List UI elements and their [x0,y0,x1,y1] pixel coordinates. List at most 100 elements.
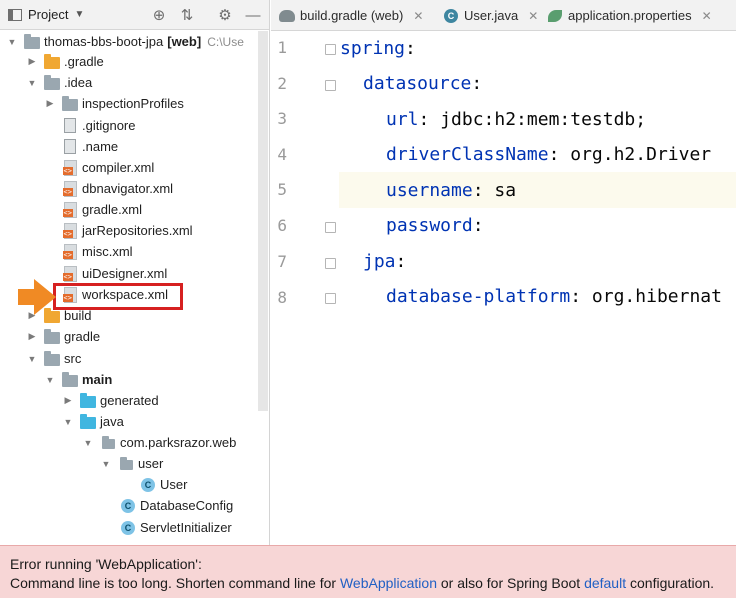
line-number: 2 [277,74,287,93]
gear-icon[interactable]: ⚙ [216,6,234,24]
chevron-down-icon[interactable]: ▼ [82,437,94,449]
yaml-key: database-platform [386,286,571,307]
tree-item-class-servlet-initializer[interactable]: C ServletInitializer [120,517,232,538]
yaml-separator: : [472,215,484,236]
tree-scrollbar[interactable] [258,31,268,411]
yaml-key: username [386,180,473,201]
folder-blue-icon [80,413,96,430]
default-config-link[interactable]: default [584,575,626,591]
tree-item-label: .idea [64,75,93,90]
tree-item-idea[interactable]: ▼ .idea [26,72,92,93]
project-view-selector[interactable]: Project [28,7,68,22]
dropdown-caret-icon[interactable]: ▼ [74,9,84,20]
yaml-separator: : [395,251,407,272]
fold-marker-icon[interactable] [325,293,336,304]
tree-item-gradle-xml[interactable]: gradle.xml [62,199,142,220]
tree-item-misc-xml[interactable]: misc.xml [62,241,133,262]
chevron-right-icon[interactable]: ▶ [26,56,38,68]
code-line: password: [386,208,484,244]
code-line: spring: [340,31,416,67]
class-icon: C [443,8,459,24]
tree-item-ui-designer-xml[interactable]: uiDesigner.xml [62,263,167,284]
chevron-right-icon[interactable]: ▶ [26,331,38,343]
tree-item-jar-repositories-xml[interactable]: jarRepositories.xml [62,220,193,241]
collapse-all-icon[interactable]: ⇅ [178,6,196,24]
fold-marker-icon[interactable] [325,258,336,269]
folder-icon [44,350,60,367]
yaml-key: spring [340,38,406,59]
hide-icon[interactable]: — [244,6,262,24]
tree-item-label: jarRepositories.xml [82,223,193,238]
webapplication-link[interactable]: WebApplication [340,575,437,591]
code-line: jpa: [363,244,406,280]
tree-item-gradle[interactable]: ▶ gradle [26,326,100,347]
tree-item-java[interactable]: ▼ java [62,411,124,432]
chevron-down-icon[interactable]: ▼ [26,353,38,365]
error-notification: Error running 'WebApplication': Command … [0,545,736,598]
line-number: 8 [277,288,287,307]
xml-file-icon [62,265,78,282]
close-icon[interactable]: ✕ [702,9,712,23]
tree-item-label: gradle [64,329,101,344]
folder-blue-icon [80,392,96,409]
tree-item-label: .gradle [64,54,104,69]
locate-icon[interactable]: ⊕ [150,6,168,24]
tree-item-label: compiler.xml [82,160,155,175]
close-icon[interactable]: ✕ [528,9,538,23]
tree-item-package-web[interactable]: ▼ com.parksrazor.web [82,432,237,453]
project-view-icon [8,8,22,21]
yaml-value: sa [494,180,517,201]
code-area[interactable]: 1 2 3 4 5 6 7 8 spring: datasource: url:… [271,31,736,545]
chevron-down-icon[interactable]: ▼ [100,458,112,470]
tree-item-name[interactable]: .name [62,136,118,157]
close-icon[interactable]: ✕ [413,9,423,23]
highlight-box-annotation [53,283,183,310]
tree-item-label: User [160,477,188,492]
chevron-down-icon[interactable]: ▼ [26,77,38,89]
error-message: Command line is too long. Shorten comman… [10,574,726,593]
chevron-down-icon[interactable]: ▼ [6,36,18,48]
yaml-key: datasource [363,73,472,94]
chevron-right-icon[interactable]: ▶ [44,98,56,110]
tree-item-label: ServletInitializer [140,520,232,535]
yaml-separator: : [570,286,592,307]
fold-marker-icon[interactable] [325,222,336,233]
yaml-separator: : [405,38,416,59]
tab-build-gradle[interactable]: build.gradle (web) ✕ [279,0,423,31]
chevron-right-icon[interactable]: ▶ [62,395,74,407]
line-number: 1 [277,38,287,57]
chevron-down-icon[interactable]: ▼ [44,374,56,386]
fold-marker-icon[interactable] [325,44,336,55]
tree-item-label: user [138,456,164,471]
tree-item-generated[interactable]: ▶ generated [62,390,159,411]
tree-item-inspection-profiles[interactable]: ▶ inspectionProfiles [44,93,184,114]
folder-source-root-icon [62,371,78,388]
yaml-value: org.hibernat [591,286,722,307]
tree-item-gradle-cache[interactable]: ▶ .gradle [26,51,104,72]
tree-item-class-user[interactable]: C User [140,474,187,495]
tree-item-main[interactable]: ▼ main [44,369,112,390]
tree-item-label: DatabaseConfig [140,498,234,513]
tree-item-src[interactable]: ▼ src [26,348,81,369]
tree-item-project-root[interactable]: ▼ thomas-bbs-boot-jpa [web] C:\Use [6,31,244,52]
error-text: or also for Spring Boot [436,575,585,591]
class-icon: C [120,498,136,514]
chevron-down-icon[interactable]: ▼ [62,416,74,428]
tree-item-label: .name [82,139,119,154]
fold-marker-icon[interactable] [325,80,336,91]
tab-label: User.java [464,8,519,23]
package-icon [100,435,116,451]
tree-item-dbnavigator-xml[interactable]: dbnavigator.xml [62,178,173,199]
tree-item-package-user[interactable]: ▼ user [100,453,164,474]
line-number: 7 [277,252,287,271]
editor-tab-bar: build.gradle (web) ✕ C User.java ✕ appli… [271,0,736,31]
tree-item-gitignore[interactable]: .gitignore [62,115,135,136]
tab-user-java[interactable]: C User.java ✕ [443,0,538,31]
error-text: configuration. [626,575,715,591]
tab-application-properties[interactable]: application.properties ✕ [547,0,712,31]
tree-item-class-database-config[interactable]: C DatabaseConfig [120,495,233,516]
error-text: Command line is too long. Shorten comman… [10,575,340,591]
project-tool-window: Project ▼ ⊕ ⇅ ⚙ — ▼ thomas-bbs-boot-jpa … [0,0,270,545]
tree-item-compiler-xml[interactable]: compiler.xml [62,157,154,178]
folder-icon [44,74,60,91]
